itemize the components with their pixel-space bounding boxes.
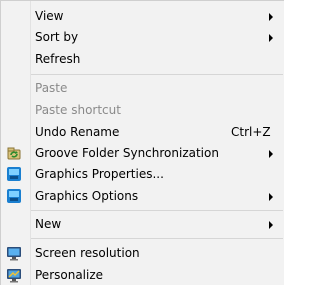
menu-item-screen-resolution[interactable]: Screen resolution	[1, 242, 283, 264]
menu-item-groove-folder-sync[interactable]: Groove Folder Synchronization	[1, 142, 283, 164]
menu-item-label: Graphics Properties...	[35, 167, 164, 181]
menu-separator	[31, 74, 283, 75]
submenu-arrow-icon	[269, 150, 273, 158]
menu-item-label: View	[35, 9, 64, 23]
menu-item-paste-shortcut: Paste shortcut	[1, 99, 283, 121]
menu-item-label: Screen resolution	[35, 246, 140, 260]
submenu-arrow-icon	[269, 34, 273, 42]
menu-item-label: Sort by	[35, 30, 79, 44]
menu-item-label: Paste	[35, 81, 68, 95]
submenu-arrow-icon	[269, 193, 273, 201]
personalize-monitor-icon	[6, 267, 22, 283]
menu-item-paste: Paste	[1, 77, 283, 99]
menu-separator	[31, 210, 283, 211]
menu-item-refresh[interactable]: Refresh	[1, 48, 283, 70]
menu-item-shortcut: Ctrl+Z	[231, 125, 271, 139]
menu-item-view[interactable]: View	[1, 5, 283, 27]
menu-item-label: Paste shortcut	[35, 103, 121, 117]
menu-separator	[31, 238, 283, 239]
menu-item-personalize[interactable]: Personalize	[1, 264, 283, 285]
menu-item-graphics-options[interactable]: Graphics Options	[1, 185, 283, 207]
groove-sync-icon	[6, 145, 22, 161]
submenu-arrow-icon	[269, 13, 273, 21]
menu-item-graphics-properties[interactable]: Graphics Properties...	[1, 163, 283, 185]
menu-item-label: Undo Rename	[35, 125, 120, 139]
menu-item-label: Graphics Options	[35, 189, 139, 203]
intel-graphics-icon	[6, 188, 22, 204]
monitor-icon	[6, 245, 22, 261]
desktop-context-menu: View Sort by Refresh Paste Paste shortcu…	[0, 0, 284, 285]
menu-item-label: New	[35, 217, 62, 231]
menu-item-label: Personalize	[35, 268, 104, 282]
menu-item-label: Groove Folder Synchronization	[35, 146, 219, 160]
intel-graphics-icon	[6, 166, 22, 182]
menu-item-sort-by[interactable]: Sort by	[1, 26, 283, 48]
menu-item-undo-rename[interactable]: Undo Rename Ctrl+Z	[1, 121, 283, 143]
menu-item-label: Refresh	[35, 52, 81, 66]
menu-item-new[interactable]: New	[1, 213, 283, 235]
submenu-arrow-icon	[269, 221, 273, 229]
